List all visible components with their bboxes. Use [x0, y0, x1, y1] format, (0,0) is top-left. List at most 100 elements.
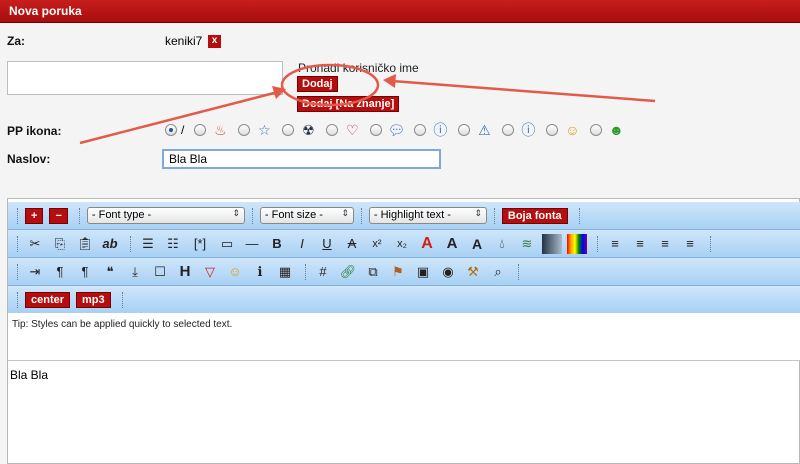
window-title-bar: Nova poruka	[0, 0, 800, 23]
mp3-button[interactable]: mp3	[76, 291, 111, 308]
toolbar-separator	[121, 291, 125, 308]
resize-grip-icon[interactable]: ⟋	[271, 87, 277, 98]
select-arrow-icon: ⇕	[474, 208, 482, 218]
image-icon[interactable]: ▣	[413, 262, 433, 282]
star-icon: ☆	[258, 122, 271, 138]
icon-radio-info[interactable]	[502, 124, 515, 136]
toolbar-separator	[17, 263, 20, 280]
icon-radio-speech[interactable]	[370, 124, 383, 136]
paste-icon[interactable]: 📋︎	[75, 234, 95, 254]
grin-icon: ☻	[608, 122, 624, 138]
flash-icon[interactable]: ⚑	[388, 262, 408, 282]
message-editor: + − - Font type - ⇕ - Font size - ⇕ - High…	[7, 198, 800, 464]
add-button[interactable]: Dodaj	[297, 76, 338, 92]
toolbar-separator	[518, 263, 521, 280]
subscript-icon[interactable]: x₂	[392, 234, 412, 254]
insert-icon[interactable]: ⇥	[25, 262, 45, 282]
font-shadow-icon[interactable]: A	[467, 234, 487, 254]
icon-radio-fire[interactable]	[194, 124, 207, 136]
video-icon[interactable]: ◉	[438, 262, 458, 282]
numbered-list-icon[interactable]: ☷	[163, 234, 183, 254]
quote-icon[interactable]: ❝	[100, 262, 120, 282]
calendar-icon[interactable]: ▭	[217, 234, 237, 254]
font-size-value: - Font size -	[264, 209, 323, 221]
remove-recipient-button[interactable]: x	[208, 35, 221, 48]
post-icon-label: PP ikona:	[7, 124, 62, 138]
font-face-icon[interactable]: A	[442, 234, 462, 254]
superscript-icon[interactable]: x²	[367, 234, 387, 254]
editor-toolbar-2: ✂ ⎘ 📋︎ ab ☰ ☷ [*] ▭ — B I U A x² x₂ A A …	[8, 230, 800, 258]
hash-icon[interactable]: #	[313, 262, 333, 282]
icon-radio-none[interactable]	[165, 124, 177, 136]
align-right-icon[interactable]: ≡	[680, 234, 700, 254]
icon-radio-smiley[interactable]	[546, 124, 559, 136]
spellcheck-icon[interactable]: ab	[100, 234, 120, 254]
toolbar-separator	[17, 207, 20, 224]
font-type-select[interactable]: - Font type - ⇕	[86, 207, 245, 224]
no-icon-label: /	[181, 123, 185, 137]
icon-radio-grin[interactable]	[590, 124, 603, 136]
icon-radio-heart[interactable]	[326, 124, 339, 136]
rainbow-icon[interactable]	[567, 233, 587, 254]
toolbar-separator	[493, 207, 497, 224]
drop-icon[interactable]: 💧︎	[492, 234, 512, 254]
annotation-arrow-right	[391, 79, 656, 103]
alert-icon[interactable]: ▽	[200, 262, 220, 282]
highlight-select[interactable]: - Highlight text - ⇕	[368, 207, 487, 224]
fire-icon: ♨	[214, 122, 227, 138]
underline-icon[interactable]: U	[317, 234, 337, 254]
window-title: Nova poruka	[9, 4, 82, 18]
indent-icon[interactable]: ⤓	[125, 262, 145, 282]
decrease-size-button[interactable]: −	[49, 207, 68, 224]
cut-icon[interactable]: ✂	[25, 234, 45, 254]
list-item-icon[interactable]: [*]	[188, 234, 212, 254]
font-size-select[interactable]: - Font size - ⇕	[259, 207, 354, 224]
ltr-icon[interactable]: ¶	[50, 262, 70, 282]
toolbar-separator	[17, 235, 20, 252]
horizontal-rule-icon[interactable]: —	[242, 234, 262, 254]
font-type-value: - Font type -	[91, 209, 152, 221]
link-icon[interactable]: 🔗︎	[338, 262, 358, 282]
icon-radio-question[interactable]	[414, 124, 427, 136]
copy-icon[interactable]: ⎘	[50, 234, 70, 254]
editor-toolbar-4: center mp3	[8, 286, 800, 314]
info-doc-icon[interactable]: ℹ	[250, 262, 270, 282]
align-justify-icon[interactable]: ≡	[655, 234, 675, 254]
increase-size-button[interactable]: +	[25, 207, 44, 224]
media-icon[interactable]: ⧉	[363, 262, 383, 282]
align-center-icon[interactable]: ≡	[630, 234, 650, 254]
question-icon: ⓘ	[433, 122, 448, 138]
center-button[interactable]: center	[25, 291, 71, 308]
strikethrough-icon[interactable]: A	[342, 234, 362, 254]
warning-icon: ⚠	[478, 122, 491, 138]
icon-radio-star[interactable]	[238, 124, 251, 136]
pilcrow-icon[interactable]: ¶	[75, 262, 95, 282]
align-left-icon[interactable]: ≡	[605, 234, 625, 254]
glow-icon[interactable]: ≋	[517, 234, 537, 254]
font-color-button[interactable]: Boja fonta	[501, 207, 568, 224]
emoticon-icon[interactable]: ☺	[225, 262, 245, 282]
message-body[interactable]: Bla Bla	[10, 368, 48, 382]
bold-icon[interactable]: B	[267, 234, 287, 254]
toolbar-separator	[251, 207, 255, 224]
heart-icon: ♡	[346, 122, 359, 138]
icon-radio-radioactive[interactable]	[282, 124, 295, 136]
username-input[interactable]	[7, 61, 283, 95]
toolbar-separator	[710, 235, 713, 252]
radioactive-icon: ☢	[302, 122, 315, 138]
font-color-icon[interactable]: A	[417, 234, 437, 254]
search-icon[interactable]: ⌕	[488, 262, 508, 282]
heading-icon[interactable]: H	[175, 262, 195, 282]
icon-radio-warning[interactable]	[458, 124, 471, 136]
italic-icon[interactable]: I	[292, 234, 312, 254]
post-icon-options: / ♨ ☆ ☢ ♡ 💬︎ ⓘ ⚠ ⓘ ☺ ☻	[165, 122, 632, 138]
table-icon[interactable]: ▦	[275, 262, 295, 282]
bullet-list-icon[interactable]: ☰	[138, 234, 158, 254]
subject-input[interactable]	[162, 149, 441, 169]
gradient-icon[interactable]	[542, 233, 562, 254]
box-icon[interactable]: ☐	[150, 262, 170, 282]
to-label: Za:	[7, 34, 25, 48]
toolbar-separator	[578, 207, 582, 224]
hammer-icon[interactable]: ⚒	[463, 262, 483, 282]
add-cc-button[interactable]: Dodaj [Na znanje]	[297, 96, 400, 112]
